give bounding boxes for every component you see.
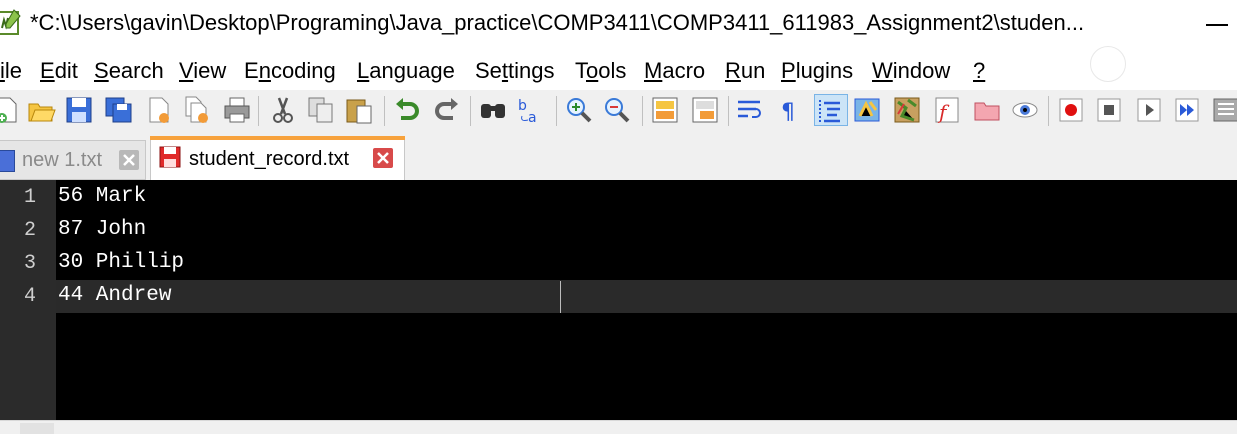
menu-macro[interactable]: Macro	[644, 58, 705, 84]
menu-run[interactable]: Run	[725, 58, 765, 84]
menu-edit[interactable]: Edit	[40, 58, 78, 84]
print-icon[interactable]	[222, 94, 252, 126]
sync-vertical-scrolling-icon[interactable]	[650, 94, 680, 126]
menu-encoding[interactable]: Encoding	[244, 58, 336, 84]
toolbar-separator	[384, 96, 385, 126]
word-wrap-icon[interactable]	[734, 94, 764, 126]
text-line[interactable]: 30 Phillip	[58, 251, 184, 274]
line-number: 1	[23, 186, 36, 209]
svg-text:¶: ¶	[781, 100, 795, 125]
define-your-language-icon[interactable]	[852, 94, 882, 126]
menu-view[interactable]: View	[179, 58, 226, 84]
toolbar-separator	[470, 96, 471, 126]
sync-horizontal-scrolling-icon[interactable]	[690, 94, 720, 126]
function-list-icon[interactable]: f	[932, 94, 962, 126]
line-number: 4	[23, 285, 36, 308]
text-line[interactable]: 56 Mark	[58, 185, 146, 208]
toolbar-separator	[258, 96, 259, 126]
indent-guide-icon[interactable]	[814, 94, 848, 126]
menu-search[interactable]: Search	[94, 58, 164, 84]
open-file-icon[interactable]	[26, 94, 56, 126]
zoom-out-icon[interactable]	[602, 94, 632, 126]
toolbar-separator	[642, 96, 643, 126]
line-number: 2	[23, 219, 36, 242]
cut-icon[interactable]	[268, 94, 298, 126]
menu-window[interactable]: Window	[872, 58, 950, 84]
save-icon	[0, 150, 15, 172]
folder-as-workspace-icon[interactable]	[972, 94, 1002, 126]
tab-student-record[interactable]: student_record.txt	[150, 136, 405, 180]
menu-language[interactable]: Language	[357, 58, 455, 84]
paste-icon[interactable]	[344, 94, 374, 126]
close-tab-icon[interactable]	[119, 150, 139, 170]
tab-label: student_record.txt	[189, 148, 350, 170]
menu-file[interactable]: ile	[0, 58, 22, 84]
text-caret	[560, 281, 561, 313]
undo-icon[interactable]	[392, 94, 422, 126]
status-section	[20, 423, 54, 434]
title-bar: *C:\Users\gavin\Desktop\Programing\Java_…	[0, 0, 1237, 50]
monitoring-eye-icon[interactable]	[1010, 94, 1040, 126]
tab-new-1[interactable]: new 1.txt	[0, 140, 146, 180]
menu-help[interactable]: ?	[973, 58, 985, 84]
replace-icon[interactable]: ba	[516, 94, 546, 126]
menu-settings[interactable]: Settings	[475, 58, 555, 84]
close-all-icon[interactable]	[182, 94, 212, 126]
tab-label: new 1.txt	[22, 149, 103, 171]
tab-bar: new 1.txt student_record.txt	[0, 132, 1237, 180]
svg-text:a: a	[528, 110, 537, 126]
svg-text:b: b	[518, 98, 527, 114]
toolbar-separator	[1048, 96, 1049, 126]
minimize-button[interactable]	[1200, 12, 1236, 36]
show-all-characters-icon[interactable]: ¶	[774, 94, 804, 126]
window-title: *C:\Users\gavin\Desktop\Programing\Java_…	[30, 10, 1085, 35]
save-all-icon[interactable]	[104, 94, 134, 126]
close-tab-icon[interactable]	[373, 148, 393, 168]
copy-icon[interactable]	[306, 94, 336, 126]
save-icon[interactable]	[64, 94, 94, 126]
menu-tools[interactable]: Tools	[575, 58, 626, 84]
line-number: 3	[23, 252, 36, 275]
current-line-highlight	[56, 280, 1237, 313]
save-macro-icon[interactable]	[1210, 94, 1237, 126]
unsaved-file-icon	[159, 146, 181, 168]
text-line[interactable]: 87 John	[58, 218, 146, 241]
toolbar-separator	[728, 96, 729, 126]
editor-area[interactable]: 1 2 3 4 56 Mark 87 John 30 Phillip 44 An…	[0, 180, 1237, 420]
menu-plugins[interactable]: Plugins	[781, 58, 853, 84]
status-bar	[0, 420, 1237, 434]
new-file-icon[interactable]	[0, 94, 22, 126]
notepad-plus-plus-icon	[0, 8, 22, 38]
run-macro-multiple-times-icon[interactable]	[1172, 94, 1202, 126]
text-line[interactable]: 44 Andrew	[58, 284, 171, 307]
close-file-icon[interactable]	[144, 94, 174, 126]
redo-icon[interactable]	[432, 94, 462, 126]
menu-bar: ile Edit Search View Encoding Language S…	[0, 50, 1237, 90]
toolbar-separator	[556, 96, 557, 126]
find-icon[interactable]	[478, 94, 508, 126]
zoom-in-icon[interactable]	[564, 94, 594, 126]
stop-recording-icon[interactable]	[1094, 94, 1124, 126]
document-map-icon[interactable]	[892, 94, 922, 126]
toolbar: ba ¶ f	[0, 90, 1237, 132]
playback-macro-icon[interactable]	[1134, 94, 1164, 126]
record-macro-icon[interactable]	[1056, 94, 1086, 126]
close-all-circle-button[interactable]	[1090, 46, 1126, 82]
